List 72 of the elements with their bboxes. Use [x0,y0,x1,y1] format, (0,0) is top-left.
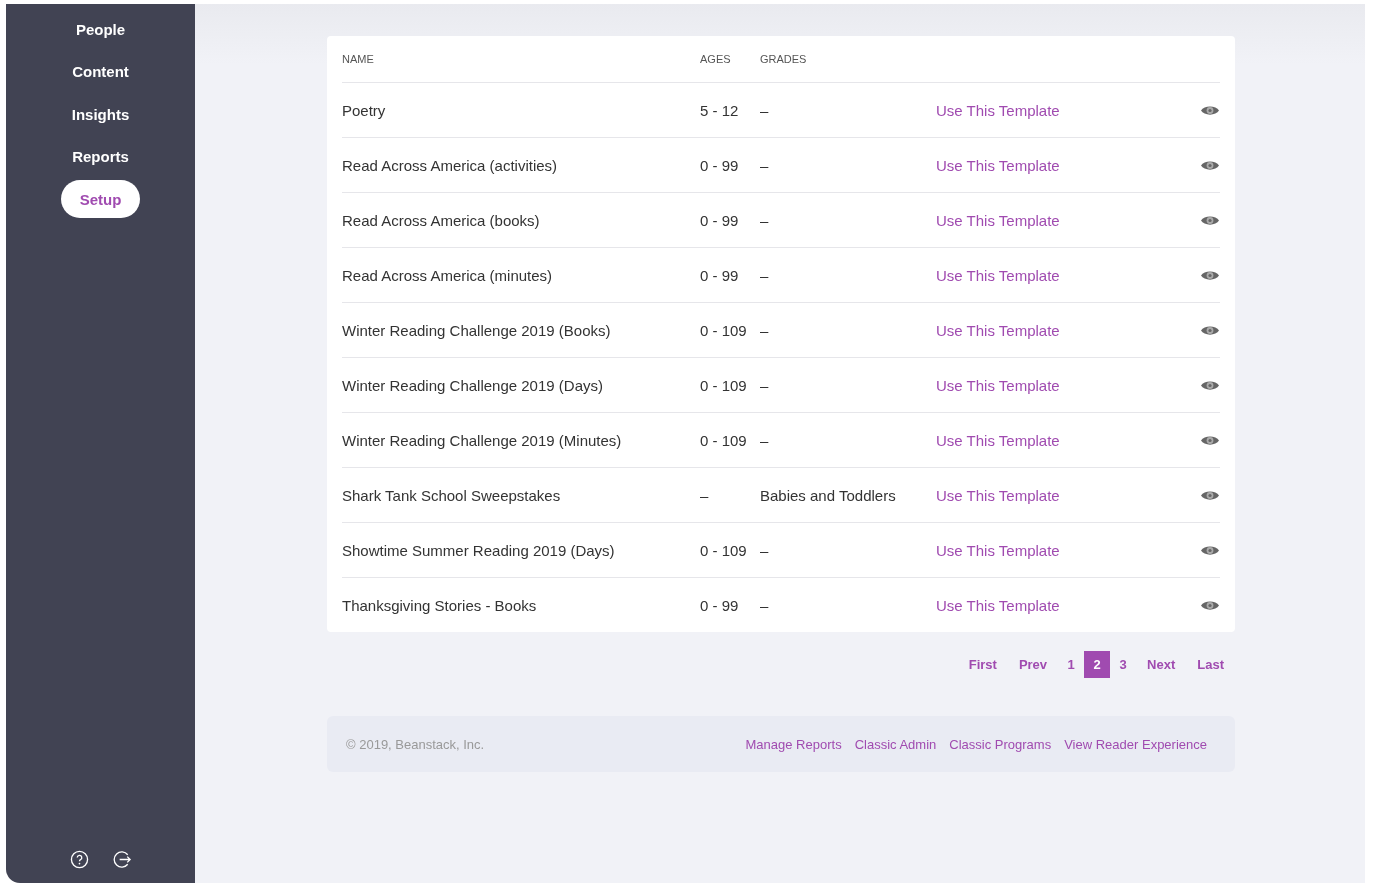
grades-cell-text: – [760,321,770,339]
nav-item[interactable]: Reports [53,137,148,176]
ages-cell-text: 0 - 109 [700,431,748,449]
grades-cell-text: – [760,266,770,284]
grades-cell-text: – [760,376,770,394]
template-name: Read Across America (minutes) [342,266,554,284]
use-template-link[interactable]: Use This Template [936,156,1190,174]
eye-icon[interactable] [1200,488,1220,502]
eye-icon[interactable] [1200,543,1220,557]
ages-cell-text: 0 - 109 [700,541,748,559]
grades-cell-text: Babies and Toddlers [760,486,897,504]
ages-cell-text: 0 - 99 [700,266,740,284]
use-template-link[interactable]: Use This Template [936,211,1190,229]
grades-cell-text: – [760,211,770,229]
template-name: Shark Tank School Sweepstakes [342,486,562,504]
grades-cell-text: – [760,431,770,449]
use-template-link[interactable]: Use This Template [936,596,1190,614]
page-button[interactable]: Next [1136,651,1187,678]
eye-icon[interactable] [1200,268,1220,282]
nav-item[interactable]: Insights [52,95,149,134]
ages-cell-text: 0 - 99 [700,211,740,229]
page-button[interactable]: 3 [1110,651,1137,678]
use-template-link[interactable]: Use This Template [936,321,1190,339]
use-template-link[interactable]: Use This Template [936,376,1190,394]
column-header: GRADES [760,53,808,65]
use-template-link[interactable]: Use This Template [936,431,1190,449]
ages-cell-text: 0 - 109 [700,376,748,394]
column-header: AGES [700,53,732,65]
eye-icon[interactable] [1200,158,1220,172]
page-button[interactable]: 1 [1058,651,1085,678]
footer-link[interactable]: Classic Programs [949,736,1052,752]
use-template-link[interactable]: Use This Template [936,101,1190,119]
template-name: Winter Reading Challenge 2019 (Minutes) [342,431,623,449]
template-name: Poetry [342,101,387,119]
page-button[interactable]: Last [1186,651,1235,678]
copyright-text: © 2019, Beanstack, Inc. [346,736,485,752]
eye-icon[interactable] [1200,433,1220,447]
nav-item[interactable]: People [56,10,145,48]
page-button[interactable]: 2 [1084,651,1111,678]
eye-icon[interactable] [1200,323,1220,337]
grades-cell-text: – [760,596,770,614]
use-template-link[interactable]: Use This Template [936,486,1190,504]
ages-cell-text: 0 - 99 [700,596,740,614]
nav-item[interactable]: Content [53,52,148,91]
ages-cell-text: 0 - 99 [700,156,740,174]
help-icon[interactable] [69,850,89,869]
ages-cell-text: – [700,486,710,504]
eye-icon[interactable] [1200,103,1220,117]
column-header: NAME [342,53,375,65]
grades-cell-text: – [760,101,770,119]
template-name: Read Across America (books) [342,211,541,229]
grades-cell-text: – [760,541,770,559]
nav-item[interactable]: Setup [60,180,141,219]
footer-link[interactable]: Manage Reports [745,736,842,752]
template-name: Thanksgiving Stories - Books [342,596,538,614]
template-name: Winter Reading Challenge 2019 (Books) [342,321,612,339]
footer-link[interactable]: Classic Admin [854,736,937,752]
use-template-link[interactable]: Use This Template [936,541,1190,559]
template-name: Read Across America (activities) [342,156,559,174]
page-button[interactable]: Prev [1007,651,1059,678]
eye-icon[interactable] [1200,213,1220,227]
ages-cell-text: 0 - 109 [700,321,748,339]
ages-cell-text: 5 - 12 [700,101,740,119]
logout-icon[interactable] [112,850,132,869]
eye-icon[interactable] [1200,598,1220,612]
use-template-link[interactable]: Use This Template [936,266,1190,284]
template-name: Showtime Summer Reading 2019 (Days) [342,541,616,559]
footer-link[interactable]: View Reader Experience [1064,736,1207,752]
page-button[interactable]: First [957,651,1008,678]
grades-cell-text: – [760,156,770,174]
template-name: Winter Reading Challenge 2019 (Days) [342,376,604,394]
eye-icon[interactable] [1200,378,1220,392]
